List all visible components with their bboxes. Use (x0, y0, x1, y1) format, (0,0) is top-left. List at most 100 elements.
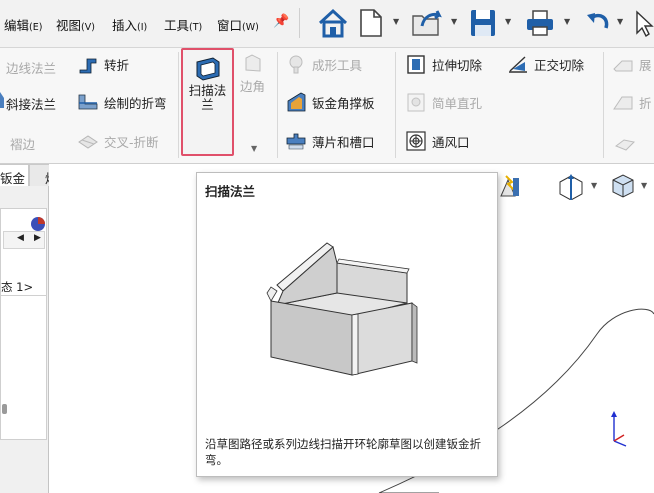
flatten-icon[interactable] (614, 132, 636, 154)
sketched-bend-label: 绘制的折弯 (104, 95, 167, 111)
miter-flange-button[interactable]: 斜接法兰 (6, 94, 56, 113)
menu-insert-label: 插入 (112, 18, 138, 33)
chevron-down-icon[interactable]: ▼ (564, 17, 570, 26)
hem-label: 褶边 (10, 137, 36, 152)
config-name-text[interactable]: 态 1> (1, 279, 33, 295)
menu-window[interactable]: 窗口(W) (217, 15, 259, 34)
tree-scroll-controls: ◀ ▶ (3, 231, 45, 249)
chevron-down-icon[interactable]: ▼ (617, 17, 623, 26)
chevron-down-icon[interactable]: ▼ (641, 181, 647, 190)
menu-tools[interactable]: 工具(T) (164, 15, 202, 34)
tab-sheet-metal[interactable]: 钣金 (0, 164, 29, 186)
menu-edit-key: (E) (29, 22, 43, 33)
chevron-down-icon[interactable]: ▼ (591, 181, 597, 190)
corner-label: 边角 (240, 79, 266, 94)
unfold-label: 展 (639, 57, 652, 73)
simple-hole-icon (407, 93, 425, 112)
simple-hole-button[interactable]: 简单直孔 (405, 91, 482, 113)
corner-icon (245, 54, 260, 72)
unfold-icon (613, 60, 633, 72)
tab-and-slot-button[interactable]: 薄片和槽口 (285, 130, 375, 152)
forming-tool-button[interactable]: 成形工具 (285, 53, 362, 75)
menu-view-label: 视图 (56, 18, 82, 33)
gusset-label: 钣金角撑板 (312, 95, 375, 111)
select-arrow-icon[interactable] (633, 6, 654, 40)
scroll-left-icon[interactable]: ◀ (17, 233, 24, 243)
chevron-down-icon[interactable]: ▼ (393, 17, 399, 26)
fold-icon (613, 96, 633, 110)
display-style-icon[interactable] (610, 172, 636, 200)
new-document-icon[interactable] (358, 6, 384, 40)
corners-button[interactable]: 边角 (240, 52, 265, 95)
ribbon-separator (178, 52, 179, 158)
tab-slot-label: 薄片和槽口 (312, 134, 375, 150)
simple-hole-label: 简单直孔 (432, 95, 483, 111)
vent-icon (406, 131, 426, 151)
sweep-flange-label-line2: 兰 (201, 97, 214, 112)
ribbon-separator (277, 52, 278, 158)
normal-cut-button[interactable]: 正交切除 (507, 53, 584, 75)
fold-label: 折 (639, 95, 652, 111)
chevron-down-icon[interactable]: ▼ (451, 17, 457, 26)
unfold-button[interactable]: 展 (612, 53, 652, 75)
feature-manager-panel: ◀ ▶ 态 1> (0, 186, 49, 493)
jog-icon (79, 58, 97, 74)
view-orient-icon[interactable] (513, 174, 521, 198)
menu-tools-key: (T) (189, 22, 203, 33)
print-icon[interactable] (524, 6, 556, 40)
chevron-down-icon[interactable]: ▼ (505, 17, 511, 26)
undo-icon[interactable] (584, 6, 612, 40)
pin-icon[interactable]: 📌 (273, 14, 289, 29)
normal-cut-label: 正交切除 (534, 57, 585, 73)
sketched-bend-button[interactable]: 绘制的折弯 (77, 91, 167, 113)
extruded-cut-icon (407, 55, 425, 74)
menu-insert[interactable]: 插入(I) (112, 15, 147, 34)
cross-break-icon (78, 135, 98, 149)
open-folder-icon[interactable] (410, 6, 444, 40)
sweep-flange-label-line1: 扫描法 (188, 83, 227, 98)
feature-tree[interactable]: ◀ ▶ 态 1> (0, 208, 47, 440)
save-icon[interactable] (468, 6, 498, 40)
tree-divider (1, 295, 47, 296)
normal-cut-icon (509, 56, 527, 73)
coordinate-triad-icon (611, 411, 627, 447)
sweep-flange-tooltip: 扫描法兰 沿草图路径或系列边线扫描开环轮廓草图以创建钣金折弯。 (196, 172, 498, 477)
cross-break-button[interactable]: 交叉-折断 (77, 130, 159, 152)
ribbon-separator (603, 52, 604, 158)
command-manager-ribbon: 边线法兰 褶边 斜接法兰 转折 绘制的折弯 交叉-折断 扫描法 兰 边角 ▼ 成… (0, 48, 654, 164)
section-view-icon[interactable] (555, 172, 587, 200)
tab-sheet-metal-label: 钣金 (0, 171, 25, 186)
tooltip-description: 沿草图路径或系列边线扫描开环轮廓草图以创建钣金折弯。 (205, 437, 481, 467)
gusset-button[interactable]: 钣金角撑板 (285, 91, 375, 113)
toolbar-separator (299, 8, 300, 38)
menu-window-label: 窗口 (217, 18, 243, 33)
chevron-down-icon[interactable]: ▼ (251, 144, 257, 153)
panel-splitter-handle[interactable] (2, 404, 7, 414)
scroll-right-icon[interactable]: ▶ (34, 233, 41, 243)
vent-button[interactable]: 通风口 (405, 130, 470, 152)
hem-button[interactable]: 褶边 (10, 134, 35, 153)
menu-view[interactable]: 视图(V) (56, 15, 95, 34)
cross-break-label: 交叉-折断 (104, 134, 159, 150)
extruded-cut-button[interactable]: 拉伸切除 (405, 53, 482, 75)
home-icon[interactable] (317, 6, 349, 40)
sweep-flange-icon (196, 57, 220, 81)
menu-edit-label: 编辑 (4, 18, 30, 33)
edge-flange-label: 边线法兰 (6, 61, 57, 76)
vent-label: 通风口 (432, 134, 470, 150)
sketched-bend-icon (78, 94, 98, 110)
jog-label: 转折 (104, 57, 130, 73)
gusset-icon (287, 92, 306, 112)
menu-window-key: (W) (242, 22, 259, 33)
jog-button[interactable]: 转折 (77, 53, 129, 75)
solidworks-window: 编辑(E) 视图(V) 插入(I) 工具(T) 窗口(W) 📌 ▼ ▼ ▼ ▼ … (0, 0, 654, 493)
edge-flange-button[interactable]: 边线法兰 (6, 58, 56, 77)
forming-tool-label: 成形工具 (312, 57, 363, 73)
fold-button[interactable]: 折 (612, 91, 652, 113)
menu-edit[interactable]: 编辑(E) (4, 15, 42, 34)
sweep-flange-preview-image (266, 242, 418, 376)
menu-insert-key: (I) (137, 22, 148, 33)
menu-bar: 编辑(E) 视图(V) 插入(I) 工具(T) 窗口(W) 📌 ▼ ▼ ▼ ▼ … (0, 0, 654, 48)
sweep-flange-button[interactable]: 扫描法 兰 (181, 48, 234, 156)
forming-tool-icon (289, 55, 303, 74)
